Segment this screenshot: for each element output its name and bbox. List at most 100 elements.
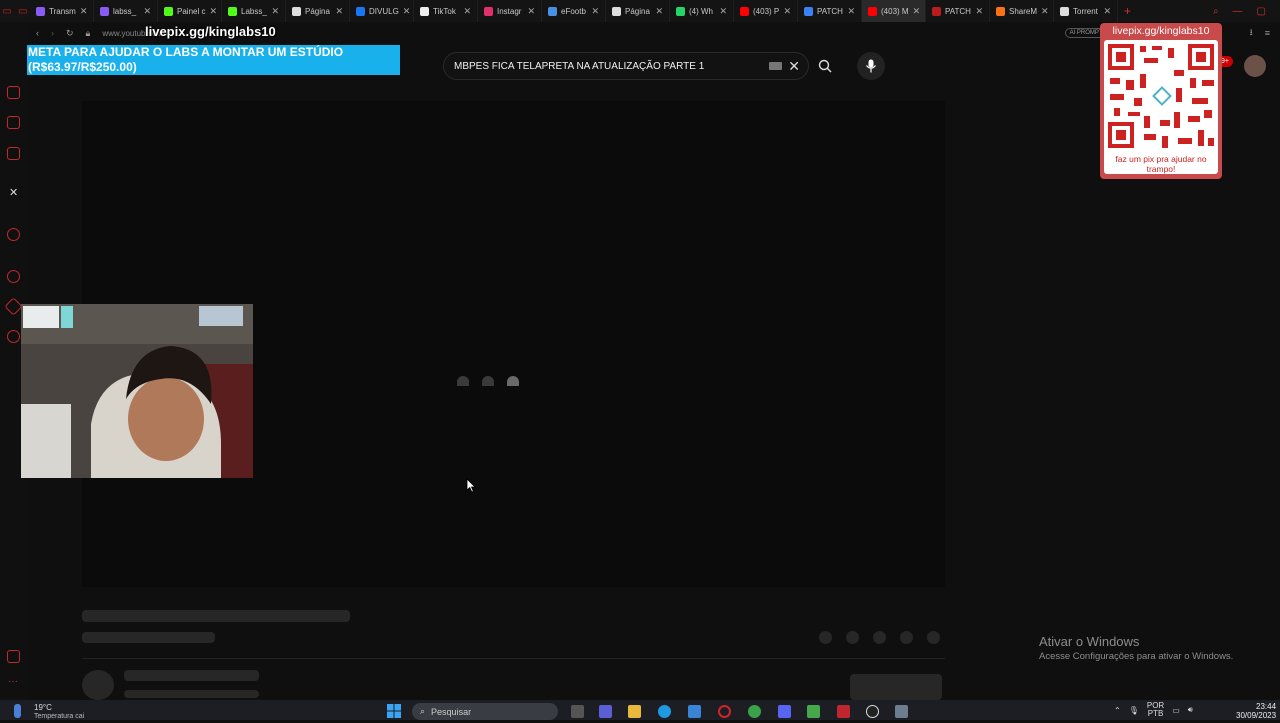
weather-description[interactable]: Temperatura cai	[34, 713, 84, 720]
workspace-icon[interactable]: ▭	[3, 6, 12, 17]
taskbar-search-placeholder: Pesquisar	[431, 706, 472, 717]
action-skeleton	[900, 631, 913, 644]
instagram-icon[interactable]	[7, 147, 20, 160]
close-tab-icon[interactable]: ✕	[1103, 6, 1111, 17]
download-icon[interactable]: ⭳	[1250, 25, 1253, 41]
reload-icon[interactable]: ↻	[66, 28, 74, 39]
divider	[82, 658, 945, 659]
edge-icon[interactable]	[658, 705, 671, 718]
browser-tab[interactable]: Labss_ ✕	[222, 0, 286, 22]
bag-icon[interactable]	[7, 86, 20, 99]
weather-temperature[interactable]: 19°C	[34, 703, 52, 712]
chevron-up-icon[interactable]: ⌃	[1114, 706, 1121, 715]
close-tab-icon[interactable]: ✕	[1041, 6, 1049, 17]
discord-icon[interactable]	[778, 705, 791, 718]
tab-label: Página	[625, 6, 650, 16]
browser-tab[interactable]: PATCH ✕	[926, 0, 990, 22]
settings-icon[interactable]	[7, 330, 20, 343]
tab-label: (403) M	[881, 6, 909, 16]
media-player-icon[interactable]	[866, 705, 879, 718]
opera-taskbar-icon[interactable]	[718, 705, 731, 718]
cube-icon[interactable]	[4, 297, 23, 316]
close-tab-icon[interactable]: ✕	[975, 6, 983, 17]
app-icon[interactable]	[748, 705, 761, 718]
minecraft-icon[interactable]	[807, 705, 820, 718]
tab-label: Labss_	[241, 6, 267, 16]
browser-tab[interactable]: DIVULG ✕	[350, 0, 414, 22]
task-view-icon[interactable]	[571, 705, 584, 718]
close-tab-icon[interactable]: ✕	[403, 6, 411, 17]
close-tab-icon[interactable]: ✕	[463, 6, 471, 17]
tab-menu-icon[interactable]: ▭	[18, 6, 27, 17]
voice-search-button[interactable]	[857, 52, 885, 80]
browser-tab[interactable]: Painel c ✕	[158, 0, 222, 22]
browser-tab[interactable]: eFootb ✕	[542, 0, 606, 22]
gallery-icon[interactable]	[7, 650, 20, 663]
search-tabs-icon[interactable]: ⌕	[1213, 6, 1219, 17]
obs-icon[interactable]	[895, 705, 908, 718]
browser-tab[interactable]: (403) P ✕	[734, 0, 798, 22]
taskbar-search-input[interactable]: ⌕ Pesquisar	[412, 703, 558, 720]
language-indicator[interactable]: POR PTB	[1147, 702, 1164, 718]
minimize-icon[interactable]: —	[1233, 6, 1243, 17]
weather-icon[interactable]	[14, 704, 21, 718]
menu-icon[interactable]: ≡	[1265, 28, 1280, 38]
close-tab-icon[interactable]: ✕	[80, 6, 88, 17]
windows-logo-icon	[387, 704, 401, 718]
close-tab-icon[interactable]: ✕	[527, 6, 535, 17]
chat-icon[interactable]	[599, 705, 612, 718]
browser-tab[interactable]: labss_ ✕	[94, 0, 158, 22]
forward-icon[interactable]: ›	[51, 28, 54, 38]
browser-tab[interactable]: Torrent ✕	[1054, 0, 1118, 22]
close-tab-icon[interactable]: ✕	[913, 6, 921, 17]
browser-tab[interactable]: Página ✕	[286, 0, 350, 22]
close-tab-icon[interactable]: ✕	[209, 6, 217, 17]
x-icon[interactable]: ✕	[9, 186, 18, 199]
action-skeleton	[927, 631, 940, 644]
browser-tab[interactable]: ShareM ✕	[990, 0, 1054, 22]
close-tab-icon[interactable]: ✕	[719, 6, 727, 17]
mic-icon[interactable]: 🎙︎	[1129, 706, 1139, 715]
activation-watermark-subtitle: Acesse Configurações para ativar o Windo…	[1039, 651, 1234, 662]
new-tab-icon[interactable]: +	[1118, 4, 1131, 18]
close-tab-icon[interactable]: ✕	[335, 6, 343, 17]
history-icon[interactable]	[7, 270, 20, 283]
volume-icon[interactable]: 🔊︎	[1188, 705, 1193, 715]
display-icon[interactable]: ▭	[1172, 706, 1180, 715]
clock[interactable]: 23:44 30/09/2023	[1236, 702, 1276, 720]
title-skeleton	[82, 610, 350, 622]
store-icon[interactable]	[688, 705, 701, 718]
close-tab-icon[interactable]: ✕	[143, 6, 151, 17]
search-icon	[818, 59, 832, 73]
tab-favicon-icon	[804, 6, 813, 16]
qr-caption: faz um pix pra ajudar no trampo!	[1115, 154, 1207, 174]
more-icon[interactable]: ···	[8, 676, 18, 687]
clear-search-icon[interactable]: ✕	[788, 58, 800, 75]
twitch-icon[interactable]	[7, 116, 20, 129]
player-icon[interactable]	[7, 228, 20, 241]
close-tab-icon[interactable]: ✕	[591, 6, 599, 17]
tab-favicon-icon	[292, 6, 301, 16]
browser-tab[interactable]: Transm ✕	[30, 0, 94, 22]
start-button[interactable]	[387, 704, 401, 718]
close-tab-icon[interactable]: ✕	[655, 6, 663, 17]
tab-label: labss_	[113, 6, 137, 16]
file-explorer-icon[interactable]	[628, 705, 641, 718]
tab-favicon-icon	[996, 6, 1005, 16]
browser-tab[interactable]: Página ✕	[606, 0, 670, 22]
search-input[interactable]: MBPES FICA TELAPRETA NA ATUALIZAÇÃO PART…	[443, 52, 809, 80]
browser-tab[interactable]: PATCH ✕	[798, 0, 862, 22]
browser-tab[interactable]: (4) Wh ✕	[670, 0, 734, 22]
close-tab-icon[interactable]: ✕	[783, 6, 791, 17]
maximize-icon[interactable]: ▢	[1257, 6, 1266, 17]
back-icon[interactable]: ‹	[36, 28, 39, 38]
browser-tab[interactable]: (403) M ✕	[862, 0, 926, 22]
close-tab-icon[interactable]: ✕	[271, 6, 279, 17]
avatar[interactable]	[1244, 55, 1266, 77]
search-button[interactable]	[811, 53, 839, 79]
browser-tab[interactable]: TikTok ✕	[414, 0, 478, 22]
browser-tab[interactable]: Instagr ✕	[478, 0, 542, 22]
keyboard-icon[interactable]	[769, 62, 783, 70]
close-tab-icon[interactable]: ✕	[847, 6, 855, 17]
game-icon[interactable]	[837, 705, 850, 718]
